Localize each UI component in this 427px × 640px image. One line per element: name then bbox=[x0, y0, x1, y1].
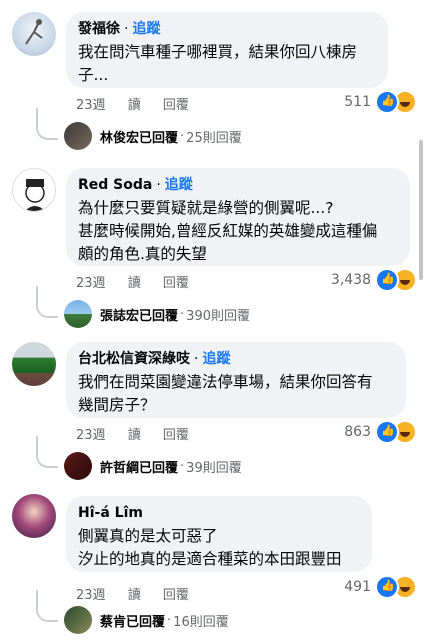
reaction-summary[interactable]: 491 bbox=[344, 575, 417, 599]
reply-author: 張誌宏 bbox=[100, 308, 140, 324]
follow-button[interactable]: 追蹤 bbox=[132, 21, 160, 37]
timestamp[interactable]: 23週 bbox=[76, 588, 106, 603]
comment-actions: 23週 讀 回覆 bbox=[76, 424, 207, 443]
comment-line: 幾間房子？ bbox=[78, 396, 156, 414]
avatar[interactable] bbox=[12, 168, 56, 212]
comment-bubble: 發福徐 · 追蹤 我在問汽車種子哪裡買，結果你回八棟房 子... bbox=[66, 12, 388, 88]
replied-label: 已回覆 bbox=[139, 130, 179, 146]
read-button[interactable]: 讀 bbox=[128, 98, 141, 113]
comment-line: 汐止的地真的是適合種菜的本田跟豐田 bbox=[78, 550, 342, 568]
read-button[interactable]: 讀 bbox=[128, 588, 141, 603]
separator-dot: · bbox=[180, 128, 185, 144]
reply-count: 390則回覆 bbox=[186, 308, 250, 324]
reaction-summary[interactable]: 3,438 bbox=[331, 268, 417, 292]
reply-avatar bbox=[64, 122, 92, 150]
reply-author: 許哲綱 bbox=[100, 460, 140, 476]
comment-text: 我們在問菜園變違法停車場，結果你回答有 幾間房子？ bbox=[78, 371, 394, 417]
like-icon bbox=[375, 575, 399, 599]
comment-line: 側翼真的是太可惡了 bbox=[78, 527, 218, 545]
reaction-summary[interactable]: 863 bbox=[344, 420, 417, 444]
read-button[interactable]: 讀 bbox=[128, 276, 141, 291]
reply-count: 39則回覆 bbox=[186, 460, 242, 476]
comment-line: 甚麼時候開始,曾經反紅媒的英雄變成這種偏 bbox=[78, 222, 378, 240]
comment-actions: 23週 讀 回覆 bbox=[76, 584, 207, 603]
reply-button[interactable]: 回覆 bbox=[163, 428, 189, 443]
timestamp[interactable]: 23週 bbox=[76, 98, 106, 113]
like-icon bbox=[375, 268, 399, 292]
reply-avatar bbox=[64, 300, 92, 328]
view-replies-link[interactable]: 林俊宏 已回覆 · 25則回覆 bbox=[64, 122, 242, 150]
read-button[interactable]: 讀 bbox=[128, 428, 141, 443]
replied-label: 已回覆 bbox=[126, 614, 166, 630]
reply-button[interactable]: 回覆 bbox=[163, 98, 189, 113]
replied-label: 已回覆 bbox=[139, 460, 179, 476]
commenter-name[interactable]: 發福徐 bbox=[78, 21, 120, 37]
separator-dot: · bbox=[156, 177, 161, 193]
thread-line bbox=[36, 590, 58, 622]
avatar[interactable] bbox=[12, 12, 56, 56]
comment-text: 為什麼只要質疑就是綠營的側翼呢...? 甚麼時候開始,曾經反紅媒的英雄變成這種偏… bbox=[78, 197, 398, 266]
separator-dot: · bbox=[194, 351, 199, 367]
comment-bubble: Hî-á Lîm 側翼真的是太可惡了 汐止的地真的是適合種菜的本田跟豐田 bbox=[66, 496, 372, 572]
comment-actions: 23週 讀 回覆 bbox=[76, 272, 207, 291]
reaction-count: 511 bbox=[344, 94, 371, 110]
reaction-count: 863 bbox=[344, 424, 371, 440]
scrollbar[interactable] bbox=[419, 140, 423, 280]
timestamp[interactable]: 23週 bbox=[76, 276, 106, 291]
reply-avatar bbox=[64, 452, 92, 480]
separator-dot: · bbox=[180, 306, 185, 322]
avatar[interactable] bbox=[12, 494, 56, 538]
thread-line bbox=[36, 286, 58, 318]
comment-actions: 23週 讀 回覆 bbox=[76, 94, 207, 113]
separator-dot: · bbox=[124, 21, 129, 37]
comment-text: 側翼真的是太可惡了 汐止的地真的是適合種菜的本田跟豐田 bbox=[78, 525, 360, 571]
reaction-summary[interactable]: 511 bbox=[344, 90, 417, 114]
comment-line: 子... bbox=[78, 66, 109, 84]
reaction-count: 3,438 bbox=[330, 272, 371, 288]
comment-line: 我在問汽車種子哪裡買，結果你回八棟房 bbox=[78, 43, 358, 61]
comment-text: 我在問汽車種子哪裡買，結果你回八棟房 子... bbox=[78, 41, 376, 87]
commenter-name[interactable]: Hî-á Lîm bbox=[78, 505, 143, 521]
reply-author: 蔡肯 bbox=[100, 614, 127, 630]
comment-line: 為什麼只要質疑就是綠營的側翼呢...? bbox=[78, 199, 334, 217]
comment-bubble: Red Soda · 追蹤 為什麼只要質疑就是綠營的側翼呢...? 甚麼時候開始,曾… bbox=[66, 168, 410, 266]
commenter-name[interactable]: 台北松信資深綠吱 bbox=[78, 351, 190, 367]
reply-button[interactable]: 回覆 bbox=[163, 588, 189, 603]
avatar[interactable] bbox=[12, 342, 56, 386]
thread-line bbox=[36, 108, 58, 140]
thread-line bbox=[36, 436, 58, 468]
reply-author: 林俊宏 bbox=[100, 130, 140, 146]
reply-count: 25則回覆 bbox=[186, 130, 242, 146]
reaction-count: 491 bbox=[344, 579, 371, 595]
comment-line: 頗的角色.真的失望 bbox=[78, 245, 207, 263]
view-replies-link[interactable]: 蔡肯 已回覆 · 16則回覆 bbox=[64, 606, 229, 634]
follow-button[interactable]: 追蹤 bbox=[165, 177, 193, 193]
replied-label: 已回覆 bbox=[139, 308, 179, 324]
portrait-icon bbox=[24, 179, 46, 211]
view-replies-link[interactable]: 許哲綱 已回覆 · 39則回覆 bbox=[64, 452, 242, 480]
reply-avatar bbox=[64, 606, 92, 634]
reply-button[interactable]: 回覆 bbox=[163, 276, 189, 291]
runner-icon bbox=[25, 19, 43, 45]
commenter-name[interactable]: Red Soda bbox=[78, 177, 152, 193]
follow-button[interactable]: 追蹤 bbox=[202, 351, 230, 367]
timestamp[interactable]: 23週 bbox=[76, 428, 106, 443]
comment-bubble: 台北松信資深綠吱 · 追蹤 我們在問菜園變違法停車場，結果你回答有 幾間房子？ bbox=[66, 342, 406, 418]
like-icon bbox=[375, 90, 399, 114]
like-icon bbox=[375, 420, 399, 444]
separator-dot: · bbox=[180, 458, 185, 474]
view-replies-link[interactable]: 張誌宏 已回覆 · 390則回覆 bbox=[64, 300, 250, 328]
comment-line: 我們在問菜園變違法停車場，結果你回答有 bbox=[78, 373, 373, 391]
separator-dot: · bbox=[167, 612, 172, 628]
reply-count: 16則回覆 bbox=[173, 614, 229, 630]
